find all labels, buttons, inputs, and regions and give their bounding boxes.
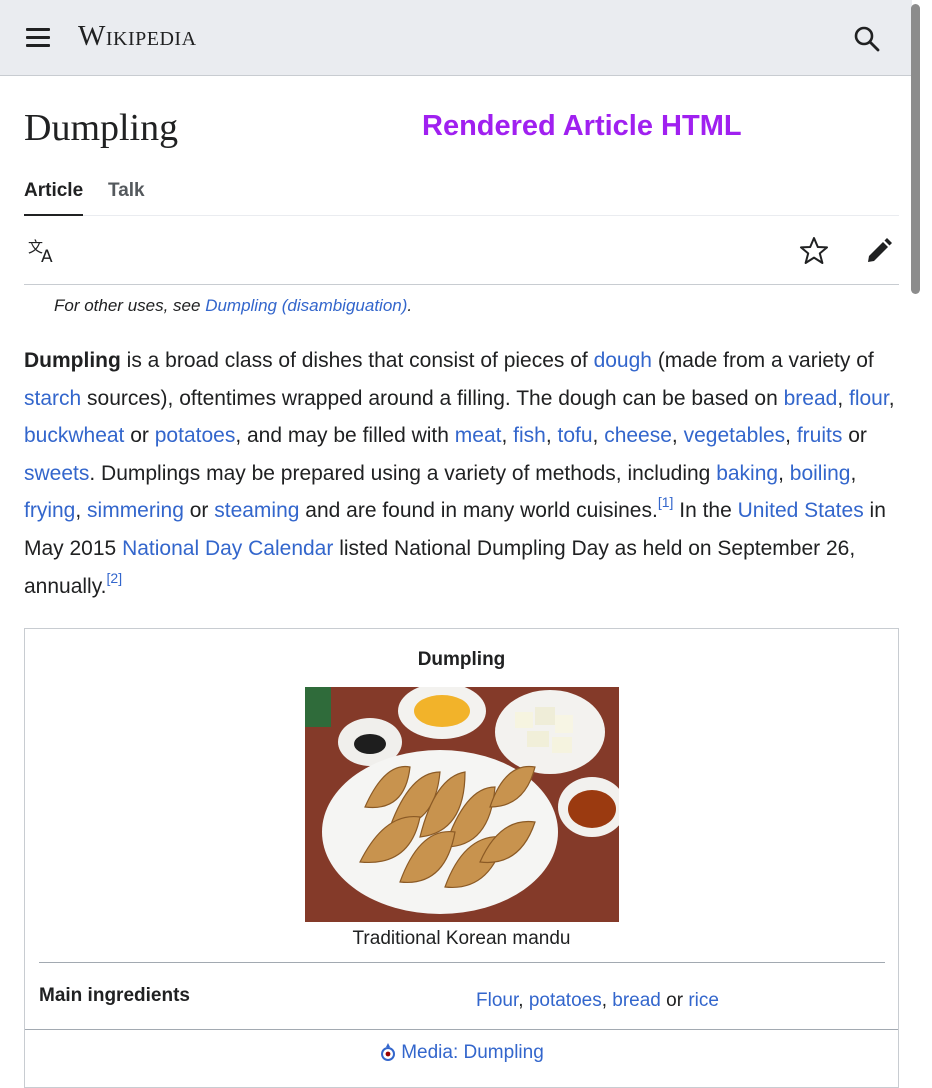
body-text: . Dumplings may be prepared using a vari… — [89, 461, 717, 485]
infobox-caption: Traditional Korean mandu — [352, 928, 571, 949]
article-link[interactable]: Flour — [476, 990, 518, 1011]
top-header: Wikipedia — [0, 0, 912, 76]
infobox: Dumpling Traditional Korean mandu Main i… — [24, 628, 899, 1088]
body-text: or — [124, 424, 155, 448]
article-link[interactable]: potatoes — [155, 424, 236, 447]
citation-link[interactable]: [1] — [658, 494, 674, 510]
article-link[interactable]: rice — [688, 990, 719, 1011]
article-link[interactable]: fish — [513, 424, 546, 447]
infobox-image[interactable] — [305, 687, 619, 922]
media-dumpling-link[interactable]: Media: Dumpling — [401, 1042, 544, 1063]
body-text: , — [545, 424, 558, 448]
body-text: , — [518, 990, 529, 1011]
article-link[interactable]: United States — [738, 499, 864, 522]
lead-paragraph: Dumpling is a broad class of dishes that… — [24, 342, 899, 605]
infobox-title: Dumpling — [417, 649, 506, 670]
article-link[interactable]: fruits — [797, 424, 843, 447]
body-text: , — [888, 386, 895, 410]
article-link[interactable]: simmering — [87, 499, 184, 522]
wikipedia-wordmark[interactable]: Wikipedia — [78, 20, 197, 53]
article-link[interactable]: dough — [594, 349, 652, 372]
body-text: is a broad class of dishes that consist … — [120, 349, 594, 372]
body-text: or — [842, 424, 867, 448]
search-icon[interactable] — [852, 24, 882, 54]
body-text: , — [75, 499, 88, 523]
page-toolbar: 文 A — [24, 216, 899, 285]
scrollbar-thumb[interactable] — [911, 4, 920, 294]
article-link[interactable]: sweets — [24, 462, 89, 485]
main-ingredients-label: Main ingredients — [39, 985, 190, 1006]
article-link[interactable]: National Day Calendar — [122, 537, 333, 560]
article-link[interactable]: frying — [24, 499, 75, 522]
body-text: sources), oftentimes wrapped around a fi… — [81, 386, 784, 410]
page-title: Dumpling — [24, 107, 179, 149]
article-link[interactable]: steaming — [214, 499, 299, 522]
pencil-icon[interactable] — [864, 236, 894, 271]
bold-term: Dumpling — [24, 349, 121, 372]
article-link[interactable]: tofu — [558, 424, 593, 447]
tab-talk[interactable]: Talk — [108, 180, 145, 202]
infobox-divider — [39, 962, 885, 963]
body-text: , — [778, 461, 790, 485]
body-text: , — [850, 461, 857, 485]
body-text: , — [837, 386, 849, 410]
page-tabs: Article Talk — [24, 180, 899, 216]
body-text: or — [660, 990, 689, 1011]
article-link[interactable]: flour — [849, 387, 889, 410]
commons-icon — [379, 1042, 397, 1068]
body-text: , — [501, 424, 514, 448]
body-text: (made from a variety of — [651, 349, 874, 372]
article-link[interactable]: buckwheat — [24, 424, 124, 447]
hatnote: For other uses, see Dumpling (disambigua… — [54, 296, 412, 316]
article-link[interactable]: starch — [24, 387, 81, 410]
hamburger-menu-icon[interactable] — [26, 28, 52, 48]
body-text: and are found in many world cuisines. — [299, 499, 658, 523]
citation-link[interactable]: [2] — [107, 570, 123, 586]
svg-text:A: A — [41, 247, 53, 264]
body-text: , — [592, 424, 605, 448]
body-text: or — [183, 499, 215, 523]
star-icon[interactable] — [799, 236, 829, 271]
body-text: , and may be filled with — [235, 424, 455, 448]
disambiguation-link[interactable]: Dumpling (disambiguation) — [205, 296, 407, 315]
tab-article[interactable]: Article — [24, 180, 84, 216]
body-text: , — [671, 424, 684, 448]
infobox-divider-bottom — [25, 1029, 898, 1030]
article-link[interactable]: bread — [612, 990, 661, 1011]
language-icon[interactable]: 文 A — [28, 238, 60, 269]
overlay-label: Rendered Article HTML — [422, 110, 742, 142]
main-ingredients-value: Flour, potatoes, bread or rice — [476, 990, 719, 1012]
article-link[interactable]: potatoes — [529, 990, 602, 1011]
hatnote-suffix: . — [407, 296, 413, 315]
article-link[interactable]: baking — [716, 462, 778, 485]
hatnote-prefix: For other uses, see — [54, 296, 206, 315]
body-text: In the — [673, 499, 738, 523]
article-link[interactable]: cheese — [604, 424, 672, 447]
article-link[interactable]: meat — [455, 424, 502, 447]
article-link[interactable]: bread — [784, 387, 838, 410]
body-text: , — [601, 990, 613, 1011]
article-link[interactable]: boiling — [790, 462, 851, 485]
article-link[interactable]: vegetables — [684, 424, 786, 447]
infobox-media-row: Media: Dumpling — [25, 1042, 898, 1068]
body-text: , — [785, 424, 797, 448]
